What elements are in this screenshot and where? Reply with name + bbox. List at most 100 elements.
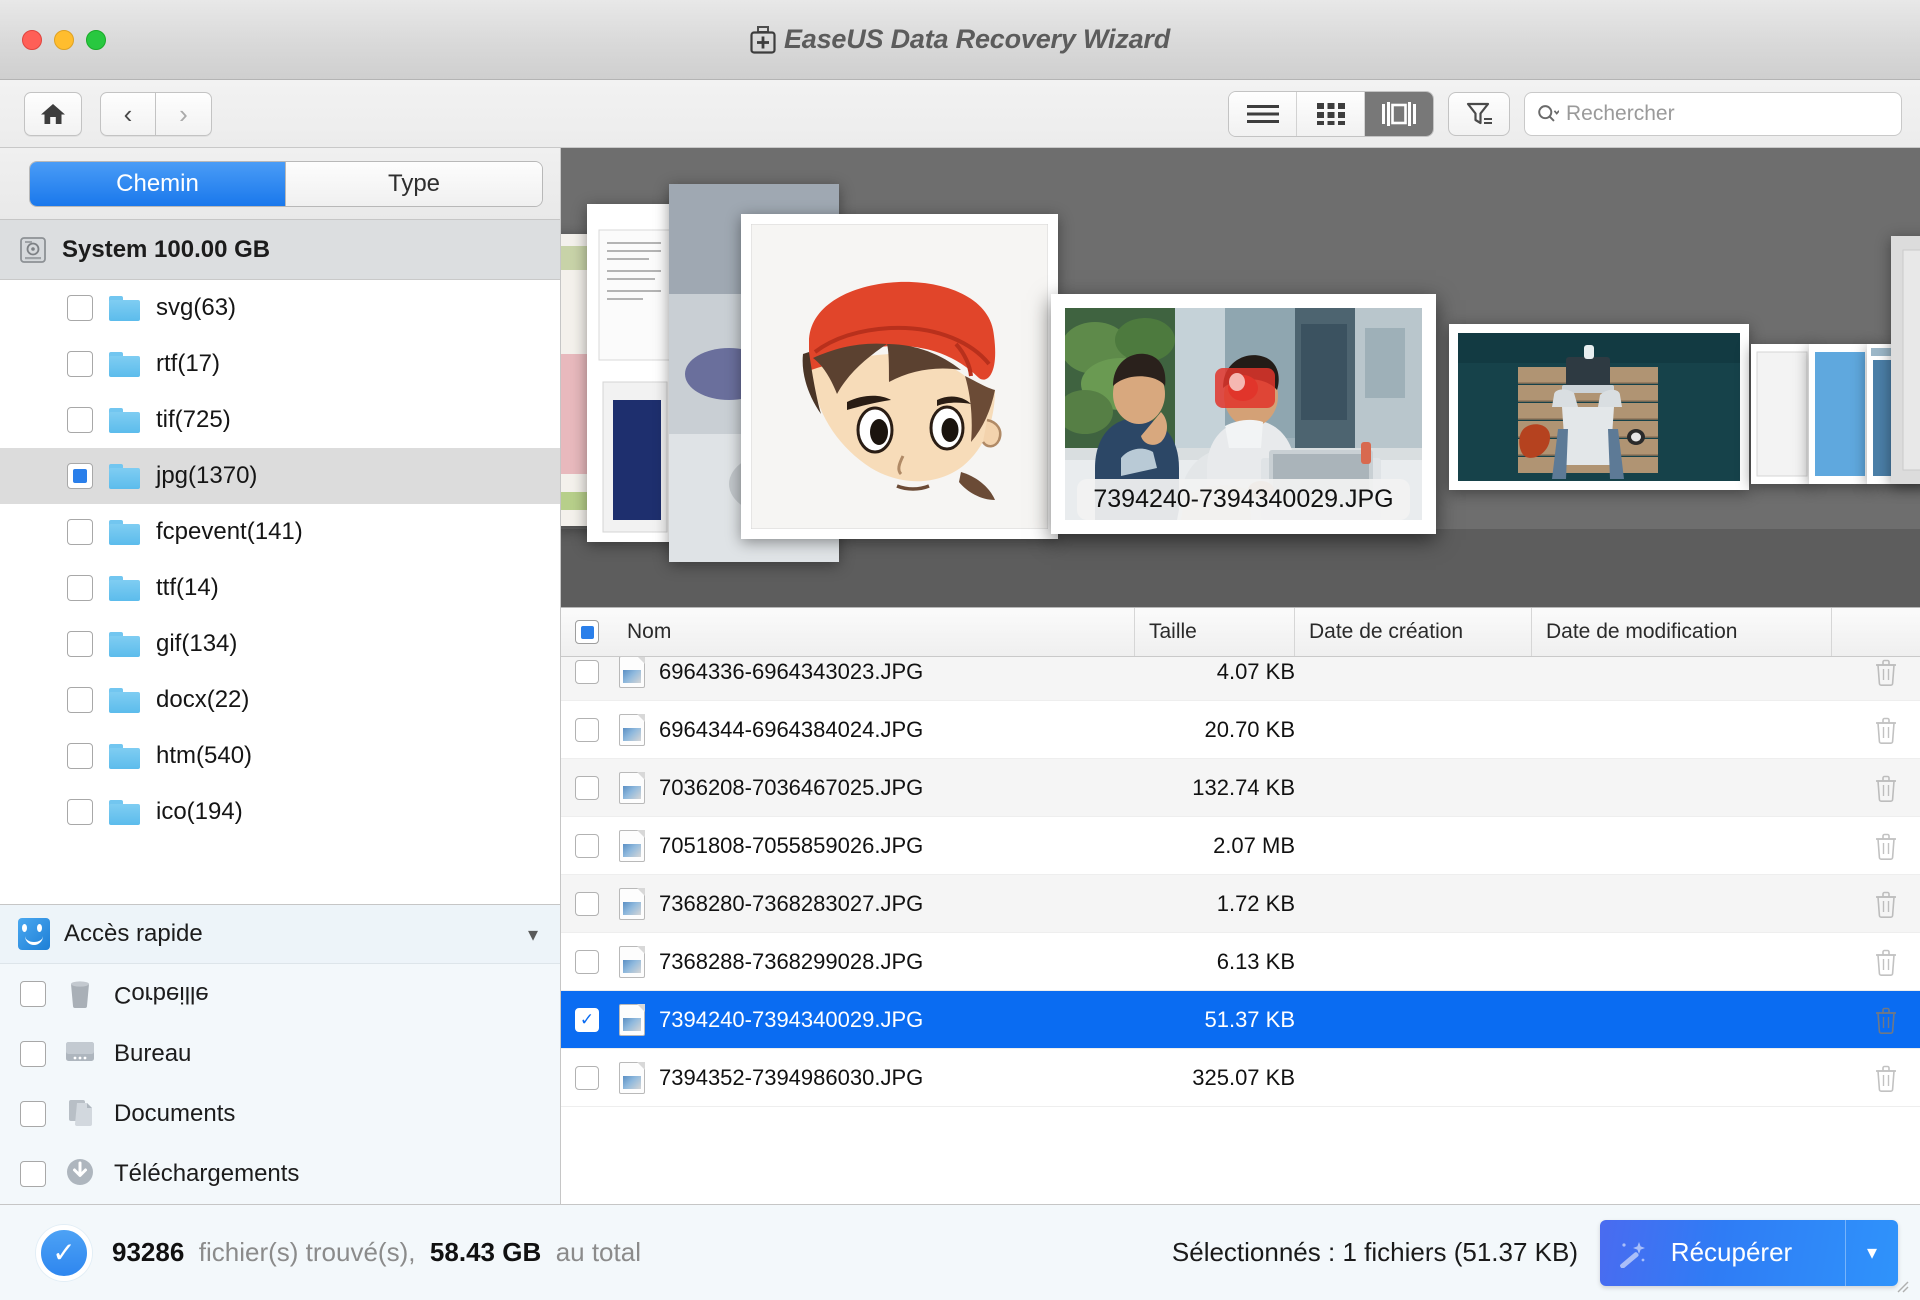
- table-row[interactable]: 7051808-7055859026.JPG 2.07 MB: [561, 817, 1920, 875]
- row-checkbox[interactable]: [575, 891, 599, 916]
- table-row[interactable]: 7368280-7368283027.JPG 1.72 KB: [561, 875, 1920, 933]
- tree-item-checkbox[interactable]: [67, 743, 93, 769]
- back-button[interactable]: ‹: [100, 91, 156, 136]
- search-field[interactable]: [1524, 91, 1902, 136]
- row-checkbox[interactable]: [575, 775, 599, 800]
- coverflow-card[interactable]: [1751, 344, 1813, 484]
- quick-access-header[interactable]: Accès rapide ▾: [0, 904, 560, 964]
- table-row[interactable]: ✓ 7394240-7394340029.JPG 51.37 KB: [561, 991, 1920, 1049]
- column-header-modified[interactable]: Date de modification: [1532, 608, 1832, 656]
- tree-item-checkbox[interactable]: [67, 631, 93, 657]
- row-checkbox[interactable]: ✓: [575, 1007, 599, 1032]
- tree-item-gif[interactable]: gif(134): [0, 616, 560, 672]
- tree-item-checkbox[interactable]: [67, 463, 93, 489]
- filter-button[interactable]: [1448, 91, 1510, 136]
- forward-button[interactable]: ›: [156, 91, 212, 136]
- tree-item-ttf[interactable]: ttf(14): [0, 560, 560, 616]
- tree-item-checkbox[interactable]: [67, 575, 93, 601]
- tree-item-jpg[interactable]: jpg(1370): [0, 448, 560, 504]
- coverflow-card-selected[interactable]: 7394240-7394340029.JPG: [1051, 294, 1436, 534]
- row-delete-cell[interactable]: [1832, 759, 1920, 816]
- tree-item-tif[interactable]: tif(725): [0, 392, 560, 448]
- trash-icon[interactable]: [1874, 716, 1898, 744]
- close-button[interactable]: [22, 29, 42, 50]
- row-checkbox[interactable]: [575, 717, 599, 742]
- tree-item-checkbox[interactable]: [67, 519, 93, 545]
- chevron-down-icon[interactable]: ▾: [528, 922, 538, 947]
- resize-handle[interactable]: [1892, 1276, 1910, 1294]
- table-row[interactable]: 7036208-7036467025.JPG 132.74 KB: [561, 759, 1920, 817]
- maximize-button[interactable]: [86, 29, 106, 50]
- view-mode-list[interactable]: [1229, 91, 1297, 136]
- row-checkbox-cell[interactable]: [561, 657, 613, 700]
- quick-access-item-tlchargements[interactable]: Téléchargements: [0, 1144, 560, 1204]
- quick-access-item-documents[interactable]: Documents: [0, 1084, 560, 1144]
- column-header-size[interactable]: Taille: [1135, 608, 1295, 656]
- file-list[interactable]: 6964336-6964343023.JPG 4.07 KB 6964344-696…: [561, 657, 1920, 1204]
- tree-item-rtf[interactable]: rtf(17): [0, 336, 560, 392]
- drive-row[interactable]: System 100.00 GB: [0, 220, 560, 280]
- quick-access-checkbox[interactable]: [20, 981, 46, 1007]
- trash-icon[interactable]: [1874, 890, 1898, 918]
- table-row[interactable]: 7368288-7368299028.JPG 6.13 KB: [561, 933, 1920, 991]
- row-delete-cell[interactable]: [1832, 933, 1920, 990]
- tree-item-checkbox[interactable]: [67, 351, 93, 377]
- quick-access-checkbox[interactable]: [20, 1101, 46, 1127]
- row-checkbox[interactable]: [575, 833, 599, 858]
- row-checkbox-cell[interactable]: [561, 817, 613, 874]
- trash-icon[interactable]: [1874, 1006, 1898, 1034]
- tree-item-fcpevent[interactable]: fcpevent(141): [0, 504, 560, 560]
- table-row[interactable]: 7394352-7394986030.JPG 325.07 KB: [561, 1049, 1920, 1107]
- view-mode-grid[interactable]: [1297, 91, 1365, 136]
- quick-access-checkbox[interactable]: [20, 1041, 46, 1067]
- row-checkbox-cell[interactable]: ✓: [561, 991, 613, 1048]
- row-checkbox[interactable]: [575, 1065, 599, 1090]
- recover-dropdown-caret[interactable]: ▾: [1846, 1240, 1898, 1265]
- row-checkbox-cell[interactable]: [561, 875, 613, 932]
- row-delete-cell[interactable]: [1832, 657, 1920, 700]
- quick-access-checkbox[interactable]: [20, 1161, 46, 1187]
- table-row[interactable]: 6964336-6964343023.JPG 4.07 KB: [561, 657, 1920, 701]
- recover-button[interactable]: Récupérer ▾: [1600, 1219, 1898, 1286]
- quick-access-item-bureau[interactable]: Bureau: [0, 1024, 560, 1084]
- coverflow-card[interactable]: [1449, 324, 1749, 490]
- coverflow-card[interactable]: [1809, 344, 1871, 484]
- home-button[interactable]: [24, 91, 82, 136]
- tree-item-ico[interactable]: ico(194): [0, 784, 560, 840]
- row-checkbox-cell[interactable]: [561, 701, 613, 758]
- tree-item-checkbox[interactable]: [67, 407, 93, 433]
- row-checkbox-cell[interactable]: [561, 933, 613, 990]
- trash-icon[interactable]: [1874, 774, 1898, 802]
- row-delete-cell[interactable]: [1832, 875, 1920, 932]
- select-all-checkbox[interactable]: [575, 620, 599, 644]
- trash-icon[interactable]: [1874, 948, 1898, 976]
- quick-access-item-corbeille[interactable]: Corbeille: [0, 964, 560, 1024]
- table-row[interactable]: 6964344-6964384024.JPG 20.70 KB: [561, 701, 1920, 759]
- trash-icon[interactable]: [1874, 1064, 1898, 1092]
- row-delete-cell[interactable]: [1832, 991, 1920, 1048]
- row-delete-cell[interactable]: [1832, 701, 1920, 758]
- search-input[interactable]: [1566, 101, 1889, 126]
- tab-type[interactable]: Type: [286, 161, 542, 206]
- trash-icon[interactable]: [1874, 658, 1898, 686]
- tree-item-checkbox[interactable]: [67, 295, 93, 321]
- tree-item-htm[interactable]: htm(540): [0, 728, 560, 784]
- view-mode-coverflow[interactable]: [1365, 91, 1433, 136]
- tree-item-svg[interactable]: svg(63): [0, 280, 560, 336]
- header-select-all[interactable]: [561, 608, 613, 656]
- row-checkbox-cell[interactable]: [561, 759, 613, 816]
- coverflow-preview[interactable]: 7394240-7394340029.JPG: [561, 148, 1920, 607]
- tree-item-checkbox[interactable]: [67, 799, 93, 825]
- tree-item-checkbox[interactable]: [67, 687, 93, 713]
- minimize-button[interactable]: [54, 29, 74, 50]
- column-header-name[interactable]: Nom: [613, 608, 1135, 656]
- column-header-created[interactable]: Date de création: [1295, 608, 1532, 656]
- coverflow-card-active-left[interactable]: [741, 214, 1058, 539]
- row-checkbox-cell[interactable]: [561, 1049, 613, 1106]
- row-delete-cell[interactable]: [1832, 1049, 1920, 1106]
- tree-item-docx[interactable]: docx(22): [0, 672, 560, 728]
- trash-icon[interactable]: [1874, 832, 1898, 860]
- row-checkbox[interactable]: [575, 659, 599, 684]
- row-checkbox[interactable]: [575, 949, 599, 974]
- row-delete-cell[interactable]: [1832, 817, 1920, 874]
